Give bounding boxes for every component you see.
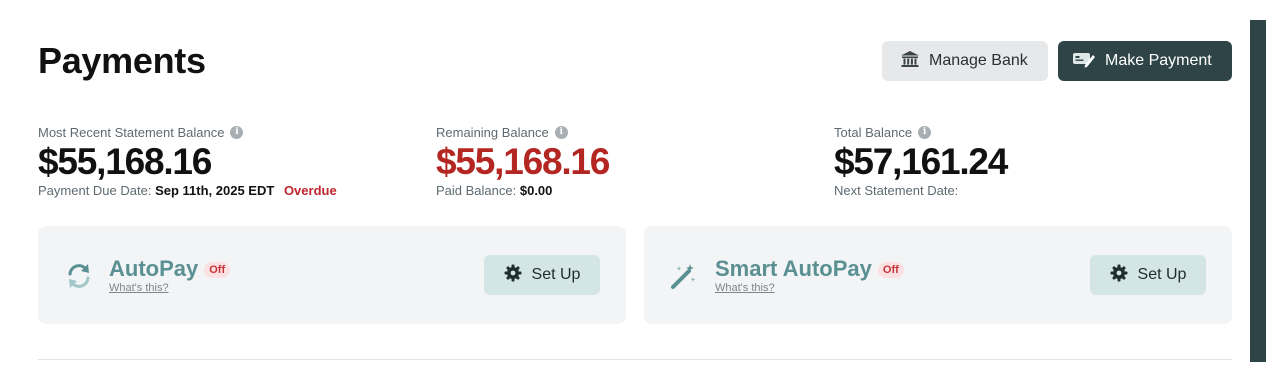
setup-label: Set Up	[1137, 266, 1187, 283]
smart-autopay-card: Smart AutoPay Off What's this? Set Up	[644, 226, 1232, 324]
autopay-title: AutoPay	[109, 256, 199, 281]
payment-check-icon	[1072, 50, 1096, 73]
stat-label: Total Balance	[834, 124, 913, 140]
smart-autopay-setup-button[interactable]: Set Up	[1090, 255, 1206, 295]
section-divider	[38, 359, 1232, 360]
whats-this-link[interactable]: What's this?	[715, 282, 775, 294]
gear-icon	[1110, 264, 1128, 287]
remaining-balance-stat: Remaining Balance i $55,168.16 Paid Bala…	[436, 124, 610, 199]
total-balance-stat: Total Balance i $57,161.24 Next Statemen…	[834, 124, 1008, 199]
status-badge: Off	[204, 262, 231, 278]
stat-label: Most Recent Statement Balance	[38, 124, 225, 140]
autopay-setup-button[interactable]: Set Up	[484, 255, 600, 295]
info-icon[interactable]: i	[554, 125, 568, 139]
smart-autopay-title: Smart AutoPay	[715, 256, 872, 281]
statement-balance-stat: Most Recent Statement Balance i $55,168.…	[38, 124, 337, 199]
magic-wand-icon	[668, 261, 698, 291]
status-badge: Off	[877, 262, 904, 278]
paid-balance-label: Paid Balance:	[436, 183, 517, 198]
next-statement-label: Next Statement Date:	[834, 183, 959, 198]
info-icon[interactable]: i	[230, 125, 244, 139]
info-icon[interactable]: i	[918, 125, 932, 139]
setup-label: Set Up	[531, 266, 581, 283]
payments-page: Payments Manage Bank Make Payment Most R…	[0, 0, 1266, 372]
right-panel-edge	[1250, 20, 1266, 362]
manage-bank-label: Manage Bank	[929, 52, 1028, 69]
paid-balance-value: $0.00	[519, 183, 553, 198]
manage-bank-button[interactable]: Manage Bank	[882, 41, 1048, 81]
due-date-label: Payment Due Date:	[38, 183, 152, 198]
due-date-value: Sep 11th, 2025 EDT	[155, 183, 275, 198]
statement-balance-value: $55,168.16	[38, 141, 212, 182]
gear-icon	[504, 264, 522, 287]
make-payment-label: Make Payment	[1105, 52, 1212, 69]
total-balance-value: $57,161.24	[834, 141, 1008, 182]
page-title: Payments	[38, 40, 206, 81]
refresh-icon	[64, 261, 94, 291]
autopay-card: AutoPay Off What's this? Set Up	[38, 226, 626, 324]
bank-icon	[900, 49, 920, 74]
whats-this-link[interactable]: What's this?	[109, 282, 169, 294]
stat-label: Remaining Balance	[436, 124, 549, 140]
make-payment-button[interactable]: Make Payment	[1058, 41, 1232, 81]
remaining-balance-value: $55,168.16	[436, 141, 610, 182]
overdue-status: Overdue	[283, 183, 337, 198]
